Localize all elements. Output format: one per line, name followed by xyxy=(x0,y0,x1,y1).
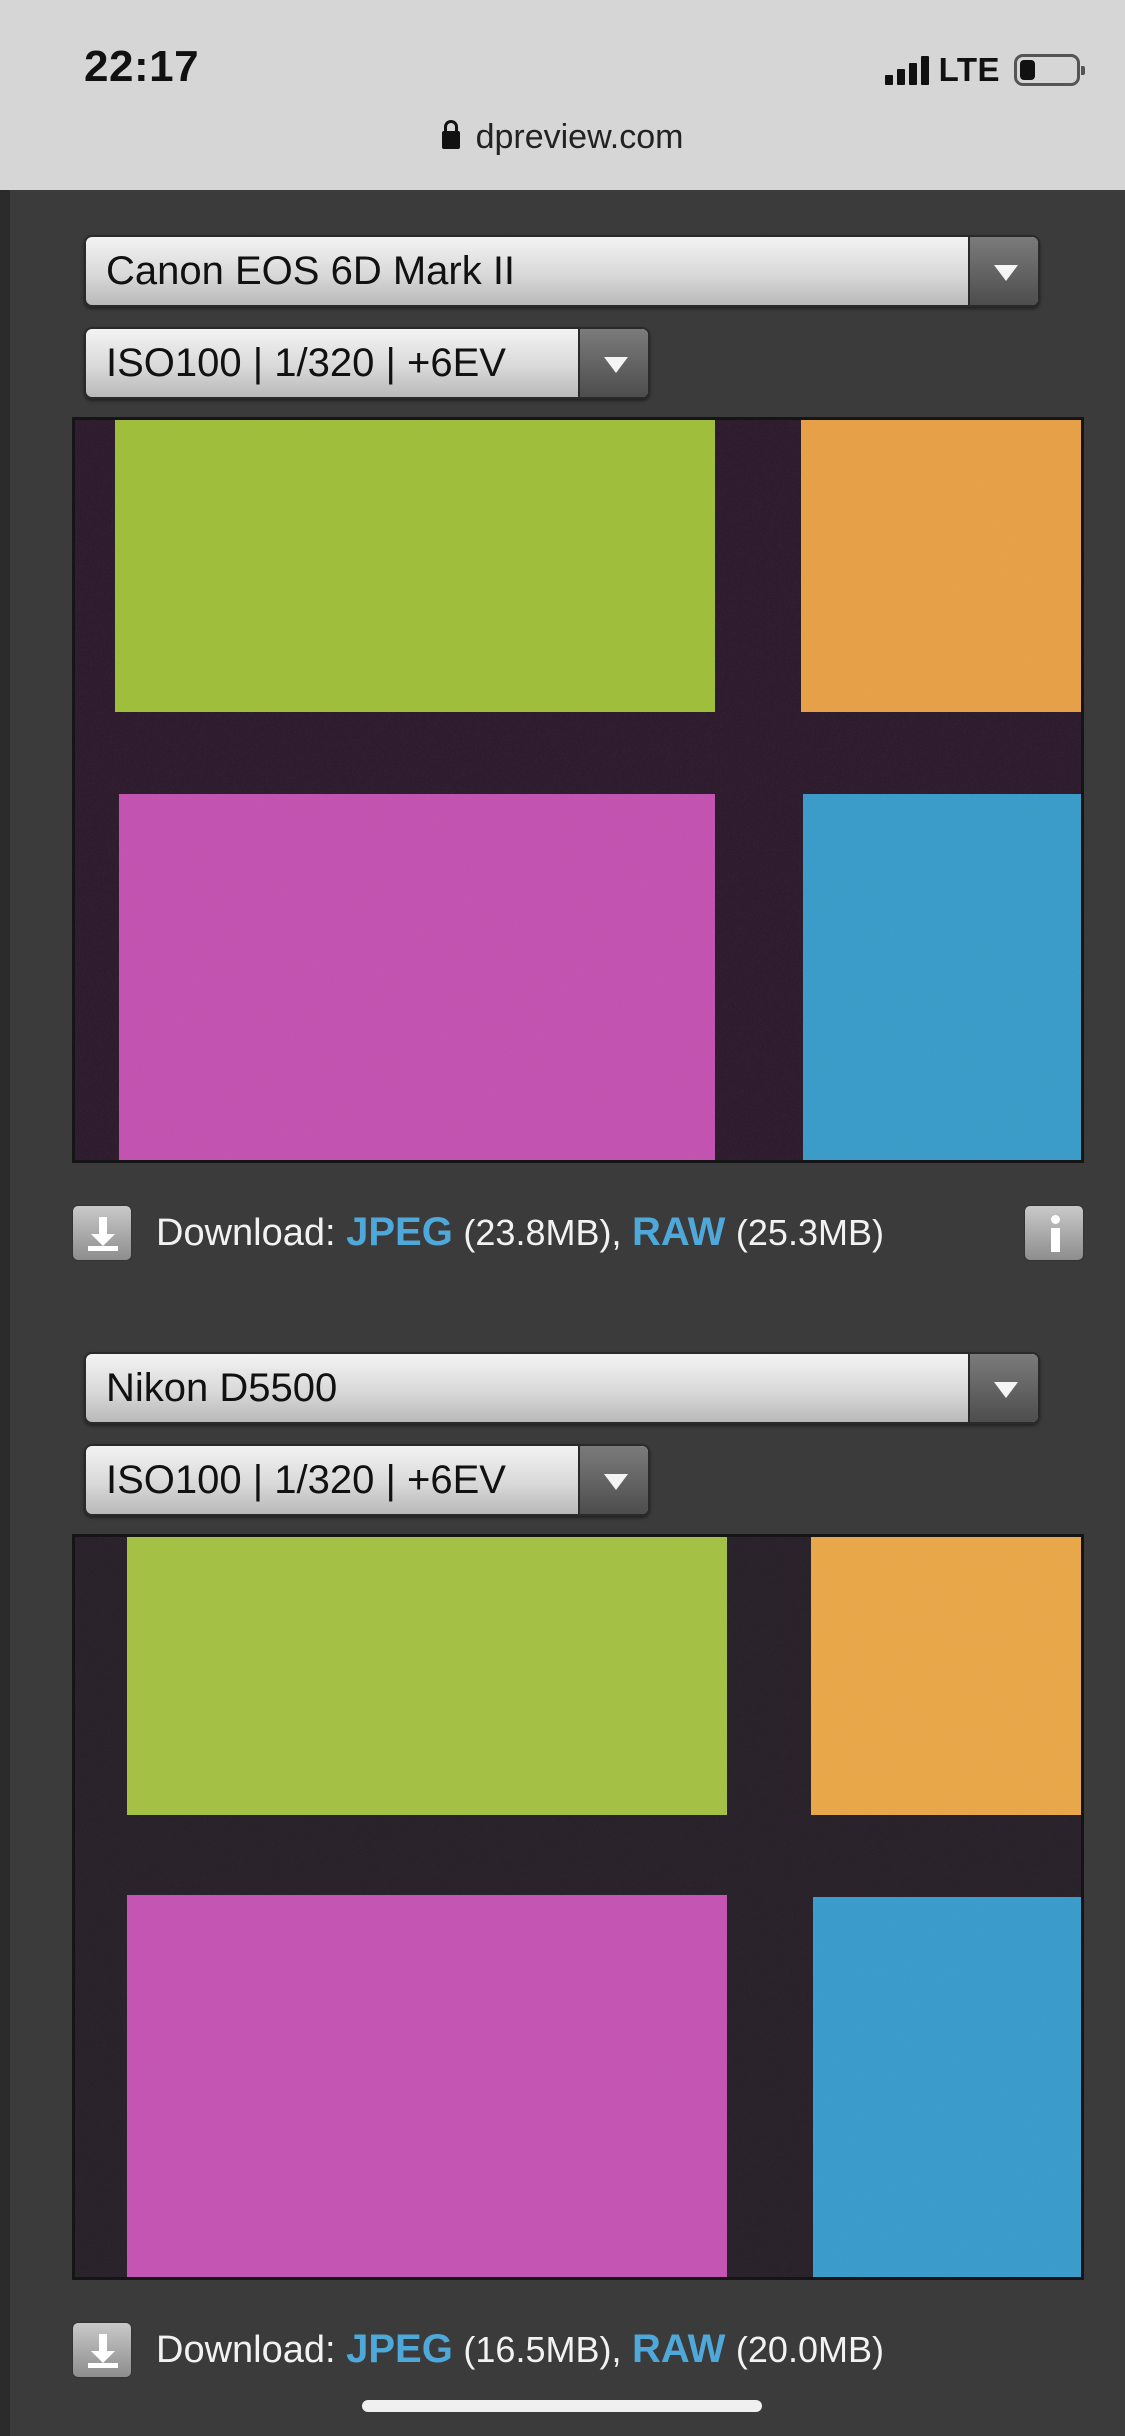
info-icon[interactable] xyxy=(1024,1205,1084,1261)
jpeg-link[interactable]: JPEG xyxy=(346,2327,453,2371)
download-label: Download: xyxy=(156,2329,347,2371)
chevron-down-icon[interactable] xyxy=(578,329,648,397)
download-icon[interactable] xyxy=(72,1205,132,1261)
raw-size: (20.0MB) xyxy=(735,2329,884,2370)
home-indicator[interactable] xyxy=(362,2400,762,2412)
raw-link[interactable]: RAW xyxy=(632,1210,725,1254)
magenta-swatch xyxy=(127,1895,727,2277)
battery-level xyxy=(1020,60,1035,80)
orange-swatch xyxy=(801,420,1081,712)
status-time: 22:17 xyxy=(84,42,200,91)
orange-swatch xyxy=(811,1537,1081,1815)
status-indicators: LTE xyxy=(884,48,1085,92)
url-text: dpreview.com xyxy=(475,118,684,156)
battery-icon xyxy=(1014,54,1085,86)
download-text: Download: JPEG (16.5MB), RAW (20.0MB) xyxy=(156,2319,884,2380)
settings-select-value: ISO100 | 1/320 | +6EV xyxy=(106,1458,506,1502)
camera-select-value: Nikon D5500 xyxy=(106,1366,338,1410)
magenta-swatch xyxy=(119,794,715,1160)
settings-select[interactable]: ISO100 | 1/320 | +6EV xyxy=(84,1444,650,1516)
chevron-down-icon[interactable] xyxy=(578,1446,648,1514)
camera-select[interactable]: Nikon D5500 xyxy=(84,1352,1040,1424)
download-text: Download: JPEG (23.8MB), RAW (25.3MB) xyxy=(156,1202,884,1263)
settings-select[interactable]: ISO100 | 1/320 | +6EV xyxy=(84,327,650,399)
download-label: Download: xyxy=(156,1212,347,1254)
download-icon[interactable] xyxy=(72,2322,132,2378)
sample-image-canvas xyxy=(75,420,1081,1160)
chevron-down-icon[interactable] xyxy=(968,1354,1038,1422)
settings-select-value: ISO100 | 1/320 | +6EV xyxy=(106,341,506,385)
lock-icon xyxy=(441,120,460,149)
sample-image[interactable] xyxy=(72,417,1084,1163)
address-bar[interactable]: dpreview.com xyxy=(0,118,1125,157)
chevron-down-icon[interactable] xyxy=(968,237,1038,305)
green-swatch xyxy=(127,1537,727,1815)
signal-icon xyxy=(884,55,929,85)
camera-select[interactable]: Canon EOS 6D Mark II xyxy=(84,235,1040,307)
sample-image[interactable] xyxy=(72,1534,1084,2280)
download-row: Download: JPEG (23.8MB), RAW (25.3MB) xyxy=(72,1202,1084,1262)
jpeg-size: (16.5MB), xyxy=(463,2329,622,2370)
raw-link[interactable]: RAW xyxy=(632,2327,725,2371)
green-swatch xyxy=(115,420,715,712)
download-row: Download: JPEG (16.5MB), RAW (20.0MB) xyxy=(72,2319,1084,2379)
page-content: Canon EOS 6D Mark II ISO100 | 1/320 | +6… xyxy=(0,190,1125,2436)
browser-chrome: 22:17 LTE dpreview.com xyxy=(0,0,1125,190)
jpeg-size: (23.8MB), xyxy=(463,1212,622,1253)
raw-size: (25.3MB) xyxy=(735,1212,884,1253)
blue-swatch xyxy=(803,794,1081,1160)
sample-image-canvas xyxy=(75,1537,1081,2277)
blue-swatch xyxy=(813,1897,1081,2277)
camera-select-value: Canon EOS 6D Mark II xyxy=(106,249,516,293)
network-type: LTE xyxy=(938,51,1000,88)
jpeg-link[interactable]: JPEG xyxy=(346,1210,453,1254)
